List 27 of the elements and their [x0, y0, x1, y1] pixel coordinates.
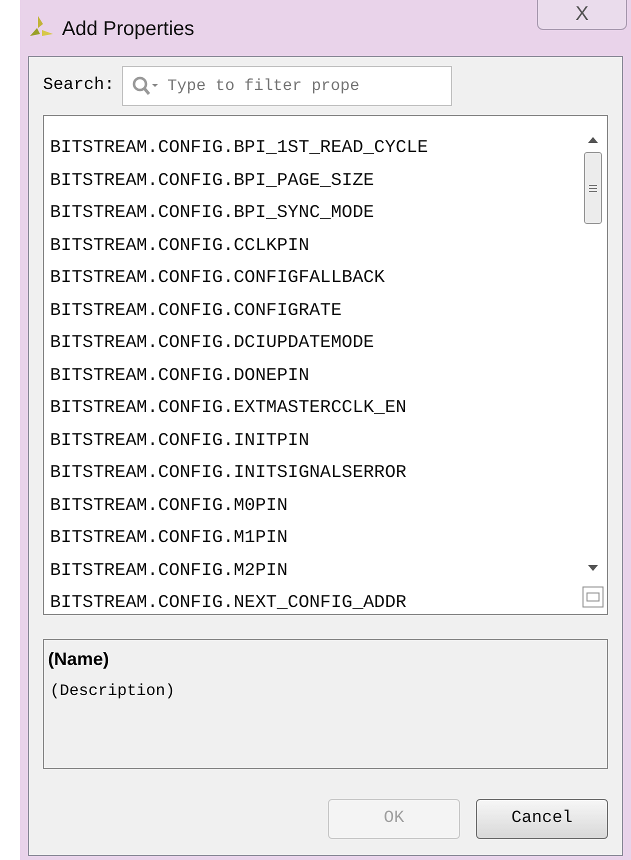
property-item[interactable]: BITSTREAM.CONFIG.CONFIGFALLBACK [50, 262, 579, 294]
search-icon [132, 76, 160, 96]
property-item[interactable]: BITSTREAM.CONFIG.M2PIN [50, 554, 579, 587]
property-item[interactable]: BITSTREAM.CONFIG.INITPIN [50, 424, 579, 457]
scroll-thumb[interactable] [584, 152, 602, 224]
resize-icon[interactable] [582, 586, 604, 608]
property-item[interactable]: BITSTREAM.CONFIG.BPI_PAGE_SIZE [50, 164, 579, 197]
close-button[interactable]: X [537, 0, 627, 30]
property-item[interactable]: BITSTREAM.CONFIG.DONEPIN [50, 360, 579, 392]
scroll-up-icon[interactable] [587, 136, 599, 144]
property-item[interactable]: BITSTREAM.CONFIG.CCLKPIN [50, 230, 579, 262]
window-title: Add Properties [62, 17, 194, 42]
property-item[interactable]: BITSTREAM.CONFIG.BPI_SYNC_MODE [50, 197, 579, 230]
property-item[interactable]: BITSTREAM.CONFIG.M1PIN [50, 522, 579, 554]
property-description: (Description) [50, 681, 176, 702]
property-item[interactable]: BITSTREAM.CONFIG.INITSIGNALSERROR [50, 457, 579, 490]
property-item[interactable]: BITSTREAM.CONFIG.NEXT_CONFIG_ADDR [50, 587, 579, 614]
search-label: Search: [43, 75, 114, 98]
property-item[interactable]: BITSTREAM.CONFIG.BPI_1ST_READ_CYCLE [50, 132, 579, 164]
property-item[interactable]: BITSTREAM.CONFIG.DCIUPDATEMODE [50, 327, 579, 360]
property-item[interactable]: BITSTREAM.CONFIG.M0PIN [50, 490, 579, 522]
property-item[interactable]: BITSTREAM.CONFIG.CONFIGRATE [50, 294, 579, 327]
search-field[interactable]: Type to filter prope [122, 66, 452, 106]
cancel-button[interactable]: Cancel [476, 799, 608, 839]
scroll-down-icon[interactable] [587, 564, 599, 572]
property-name: (Name) [48, 648, 110, 671]
property-item[interactable]: BITSTREAM.CONFIG.EXTMASTERCCLK_EN [50, 392, 579, 424]
